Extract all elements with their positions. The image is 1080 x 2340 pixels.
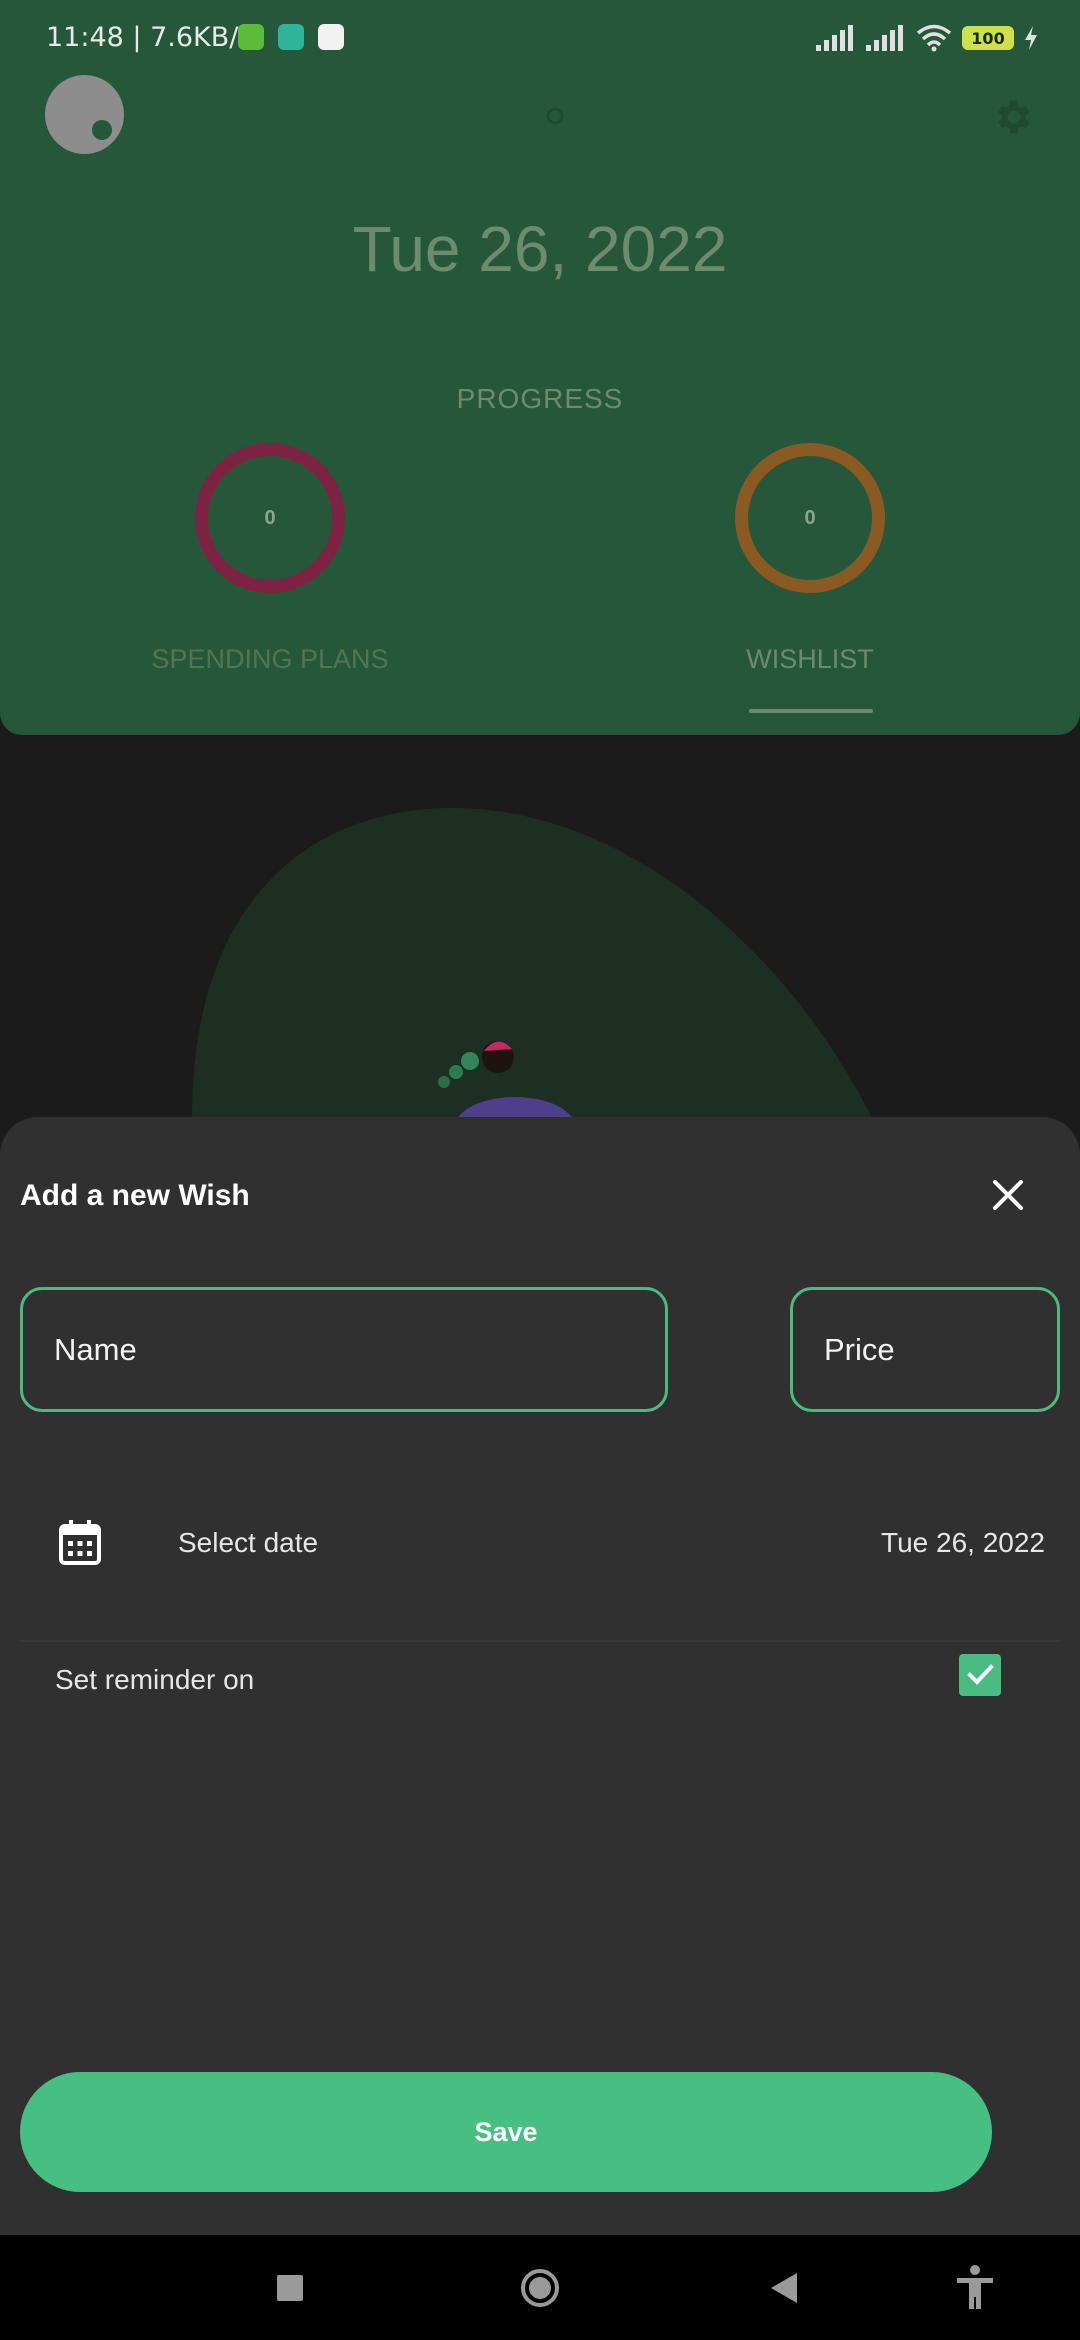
status-icons: 100 [816, 20, 1038, 56]
save-button[interactable]: Save [20, 2072, 992, 2192]
name-placeholder: Name [54, 1331, 137, 1367]
spending-plans-count: 0 [264, 506, 276, 529]
signal-icon [816, 25, 853, 51]
close-icon[interactable] [985, 1172, 1031, 1218]
accessibility-icon [957, 2264, 993, 2309]
select-date-row[interactable]: Select date Tue 26, 2022 [20, 1472, 1060, 1642]
back-button[interactable] [740, 2235, 830, 2340]
recents-button[interactable] [245, 2235, 335, 2340]
tab-spending-plans[interactable]: SPENDING PLANS [120, 644, 420, 675]
accessibility-button[interactable] [930, 2235, 1020, 2340]
charging-icon [1025, 26, 1037, 50]
status-bar: 11:48 | 7.6KB/s 100 [0, 0, 1080, 78]
square-icon [277, 2274, 303, 2301]
price-field[interactable]: Price [790, 1287, 1060, 1412]
name-field[interactable]: Name [20, 1287, 668, 1412]
spending-plans-ring[interactable]: 0 [195, 443, 345, 593]
wifi-icon [916, 24, 952, 52]
reminder-label: Set reminder on [55, 1664, 255, 1695]
chat-app-icon [238, 24, 264, 50]
select-date-label: Select date [178, 1527, 319, 1558]
photos-app-icon [318, 24, 344, 50]
settings-gear-icon[interactable] [990, 95, 1034, 139]
back-triangle-icon [771, 2272, 797, 2303]
home-button[interactable] [495, 2235, 585, 2340]
progress-label: PROGRESS [456, 383, 624, 414]
avatar[interactable] [45, 75, 124, 154]
header-date: Tue 26, 2022 [352, 213, 728, 285]
calendar-icon [59, 1520, 101, 1565]
check-icon [967, 1664, 994, 1685]
selected-date-value: Tue 26, 2022 [881, 1527, 1045, 1558]
signal-icon-2 [866, 25, 903, 51]
battery-icon: 100 [962, 26, 1014, 50]
status-time: 11:48 | 7.6KB/s [46, 22, 253, 53]
wishlist-tab-indicator [749, 709, 873, 713]
loading-indicator-icon [546, 107, 564, 125]
tab-wishlist[interactable]: WISHLIST [660, 644, 960, 675]
home-circle-icon [521, 2268, 559, 2307]
system-nav-bar [0, 2235, 1080, 2340]
wishlist-count: 0 [804, 506, 816, 529]
shield-app-icon [278, 24, 304, 50]
reminder-checkbox[interactable] [959, 1654, 1001, 1696]
sheet-title: Add a new Wish [20, 1179, 250, 1212]
wishlist-ring[interactable]: 0 [735, 443, 885, 593]
price-placeholder: Price [824, 1331, 895, 1367]
dashboard-header: 11:48 | 7.6KB/s 100 Tue 26, 2022 PROGRES… [0, 0, 1080, 735]
add-wish-sheet: Add a new Wish Name Price Select date Tu… [0, 1117, 1080, 2235]
